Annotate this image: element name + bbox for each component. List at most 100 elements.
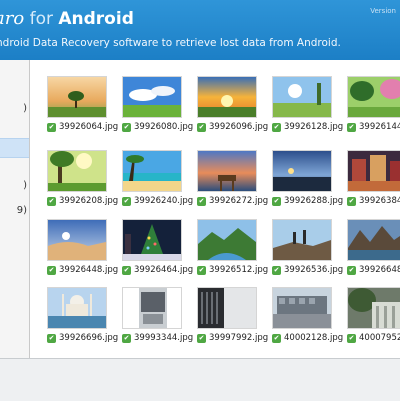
photo-filename: 39926448.jpg	[59, 265, 119, 275]
sidebar-item-selected[interactable]	[0, 138, 29, 158]
photo-caption: ✔ 39926512.jpg	[197, 264, 268, 276]
photo-tile[interactable]: ✔ 39926096.jpg	[197, 76, 268, 140]
photo-filename: 40002128.jpg	[284, 333, 344, 343]
footer-bar	[0, 358, 400, 401]
photo-tile[interactable]: ✔ 39926208.jpg	[47, 150, 118, 214]
sidebar-item-3[interactable]: )	[0, 175, 29, 195]
version-label: Version	[370, 7, 396, 15]
photo-tile[interactable]: ✔ 39926448.jpg	[47, 219, 118, 283]
sidebar-item-1[interactable]: )	[0, 98, 29, 118]
photo-tile[interactable]: ✔ 39926384.jpg	[347, 150, 400, 214]
photo-tile[interactable]: ✔ 39926536.jpg	[272, 219, 343, 283]
photo-tile[interactable]: ✔ 39926080.jpg	[122, 76, 193, 140]
checkbox-checked-icon[interactable]: ✔	[122, 122, 131, 132]
photo-filename: 39993344.jpg	[134, 333, 194, 343]
checkbox-checked-icon[interactable]: ✔	[197, 196, 206, 206]
photo-thumbnail[interactable]	[272, 287, 332, 329]
photo-filename: 39926696.jpg	[59, 333, 119, 343]
photo-filename: 39926128.jpg	[284, 122, 344, 132]
photo-grid: ✔ 39926064.jpg ✔ 39926080.jpg ✔ 39926096…	[31, 60, 400, 358]
checkbox-checked-icon[interactable]: ✔	[197, 265, 206, 275]
checkbox-checked-icon[interactable]: ✔	[272, 333, 281, 343]
photo-thumbnail[interactable]	[197, 150, 257, 192]
photo-tile[interactable]: ✔ 39926240.jpg	[122, 150, 193, 214]
photo-tile[interactable]: ✔ 39926128.jpg	[272, 76, 343, 140]
app-title-for: for	[24, 9, 59, 29]
photo-thumbnail[interactable]	[197, 287, 257, 329]
photo-caption: ✔ 39926064.jpg	[47, 121, 118, 133]
photo-filename: 39926464.jpg	[134, 265, 194, 275]
checkbox-checked-icon[interactable]: ✔	[347, 196, 356, 206]
photo-filename: 39997992.jpg	[209, 333, 269, 343]
photo-thumbnail[interactable]	[347, 219, 400, 261]
photo-thumbnail[interactable]	[47, 219, 107, 261]
photo-tile[interactable]: ✔ 39926288.jpg	[272, 150, 343, 214]
checkbox-checked-icon[interactable]: ✔	[47, 265, 56, 275]
checkbox-checked-icon[interactable]: ✔	[47, 122, 56, 132]
checkbox-checked-icon[interactable]: ✔	[122, 265, 131, 275]
checkbox-checked-icon[interactable]: ✔	[122, 333, 131, 343]
photo-tile[interactable]: ✔ 39926144.jpg	[347, 76, 400, 140]
photo-tile[interactable]: ✔ 39926648.jpg	[347, 219, 400, 283]
photo-thumbnail[interactable]	[122, 76, 182, 118]
photo-tile[interactable]: ✔ 39926512.jpg	[197, 219, 268, 283]
checkbox-checked-icon[interactable]: ✔	[272, 265, 281, 275]
app-title: aro for Android	[0, 8, 134, 30]
photo-thumbnail[interactable]	[347, 150, 400, 192]
photo-filename: 39926064.jpg	[59, 122, 119, 132]
photo-tile[interactable]: ✔ 39926696.jpg	[47, 287, 118, 351]
sidebar-item-4[interactable]: 9)	[0, 200, 29, 220]
photo-thumbnail[interactable]	[47, 150, 107, 192]
photo-thumbnail[interactable]	[347, 287, 400, 329]
photo-caption: ✔ 39926536.jpg	[272, 264, 343, 276]
photo-caption: ✔ 39926144.jpg	[347, 121, 400, 133]
photo-tile[interactable]: ✔ 39926464.jpg	[122, 219, 193, 283]
checkbox-checked-icon[interactable]: ✔	[122, 196, 131, 206]
checkbox-checked-icon[interactable]: ✔	[197, 333, 206, 343]
photo-tile[interactable]: ✔ 39997992.jpg	[197, 287, 268, 351]
photo-thumbnail[interactable]	[272, 76, 332, 118]
photo-tile[interactable]: ✔ 39993344.jpg	[122, 287, 193, 351]
checkbox-checked-icon[interactable]: ✔	[47, 333, 56, 343]
photo-tile[interactable]: ✔ 40002128.jpg	[272, 287, 343, 351]
photo-filename: 39926384.jpg	[359, 196, 400, 206]
photo-thumbnail[interactable]	[122, 287, 182, 329]
photo-caption: ✔ 39926448.jpg	[47, 264, 118, 276]
photo-thumbnail[interactable]	[47, 287, 107, 329]
photo-thumbnail[interactable]	[47, 76, 107, 118]
photo-filename: 39926080.jpg	[134, 122, 194, 132]
photo-tile[interactable]: ✔ 40007952.jpg	[347, 287, 400, 351]
photo-thumbnail[interactable]	[272, 219, 332, 261]
photo-thumbnail[interactable]	[347, 76, 400, 118]
checkbox-checked-icon[interactable]: ✔	[197, 122, 206, 132]
photo-thumbnail[interactable]	[122, 219, 182, 261]
photo-tile[interactable]: ✔ 39926272.jpg	[197, 150, 268, 214]
photo-filename: 39926512.jpg	[209, 265, 269, 275]
photo-caption: ✔ 39926208.jpg	[47, 195, 118, 207]
checkbox-checked-icon[interactable]: ✔	[47, 196, 56, 206]
checkbox-checked-icon[interactable]: ✔	[347, 265, 356, 275]
checkbox-checked-icon[interactable]: ✔	[347, 122, 356, 132]
photo-thumbnail[interactable]	[197, 219, 257, 261]
photo-caption: ✔ 39926384.jpg	[347, 195, 400, 207]
photo-tile[interactable]: ✔ 39926064.jpg	[47, 76, 118, 140]
photo-caption: ✔ 39926464.jpg	[122, 264, 193, 276]
photo-caption: ✔ 39926648.jpg	[347, 264, 400, 276]
photo-caption: ✔ 39926288.jpg	[272, 195, 343, 207]
photo-filename: 39926240.jpg	[134, 196, 194, 206]
checkbox-checked-icon[interactable]: ✔	[347, 333, 356, 343]
photo-caption: ✔ 39926272.jpg	[197, 195, 268, 207]
sidebar: ) ) 9)	[0, 60, 30, 358]
checkbox-checked-icon[interactable]: ✔	[272, 122, 281, 132]
photo-filename: 39926208.jpg	[59, 196, 119, 206]
photo-caption: ✔ 39993344.jpg	[122, 332, 193, 344]
app-header: aro for Android ndroid Data Recovery sof…	[0, 0, 400, 60]
photo-thumbnail[interactable]	[272, 150, 332, 192]
photo-thumbnail[interactable]	[122, 150, 182, 192]
photo-caption: ✔ 39926080.jpg	[122, 121, 193, 133]
sidebar-item-label: )	[23, 179, 27, 191]
checkbox-checked-icon[interactable]: ✔	[272, 196, 281, 206]
photo-thumbnail[interactable]	[197, 76, 257, 118]
app-title-name: aro	[0, 8, 25, 29]
sidebar-item-label: )	[23, 102, 27, 114]
